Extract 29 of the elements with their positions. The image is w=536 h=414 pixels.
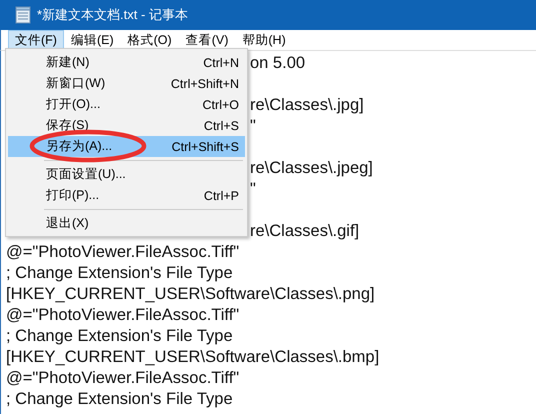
menu-item[interactable]: 查看(V) [178,30,236,50]
menu-item[interactable]: 文件(F) [8,30,64,50]
menu-entry[interactable]: 新窗口(W) Ctrl+Shift+N [8,73,245,94]
text-line: [HKEY_CURRENT_USER\Software\Classes\.png] [6,285,375,303]
text-line: " [250,180,256,198]
menu-entry[interactable]: 打开(O)... Ctrl+O [8,94,245,115]
menu-item[interactable]: 格式(O) [120,30,179,50]
text-line: " [250,117,256,135]
window-title: *新建文本文档.txt - 记事本 [37,6,188,24]
text-line: @="PhotoViewer.FileAssoc.Tiff" [6,306,240,324]
text-line: @="PhotoViewer.FileAssoc.Tiff" [6,369,240,387]
text-line: ; Change Extension's File Type [6,264,233,282]
text-line: ; Change Extension's File Type [6,390,233,408]
menu-item[interactable]: 帮助(H) [235,30,293,50]
menu-entry[interactable]: 另存为(A)... Ctrl+Shift+S [8,136,245,157]
notepad-icon [15,6,31,24]
menu-entry[interactable]: 页面设置(U)... [8,164,245,185]
text-line: [HKEY_CURRENT_USER\Software\Classes\.bmp] [6,348,380,366]
text-line: re\Classes\.jpeg] [250,159,373,177]
text-line: re\Classes\.jpg] [250,96,364,114]
menu-entry[interactable]: 新建(N) Ctrl+N [8,52,245,73]
menu-entry[interactable]: 退出(X) [8,213,245,234]
text-line: @="PhotoViewer.FileAssoc.Tiff" [6,243,240,261]
text-line: ; Change Extension's File Type [6,327,233,345]
text-line: on 5.00 [250,54,306,72]
menu-item[interactable]: 编辑(E) [64,30,121,50]
text-editor[interactable] [0,50,536,414]
menu-entry[interactable]: 打印(P)... Ctrl+P [8,185,245,206]
text-line: re\Classes\.gif] [250,222,360,240]
